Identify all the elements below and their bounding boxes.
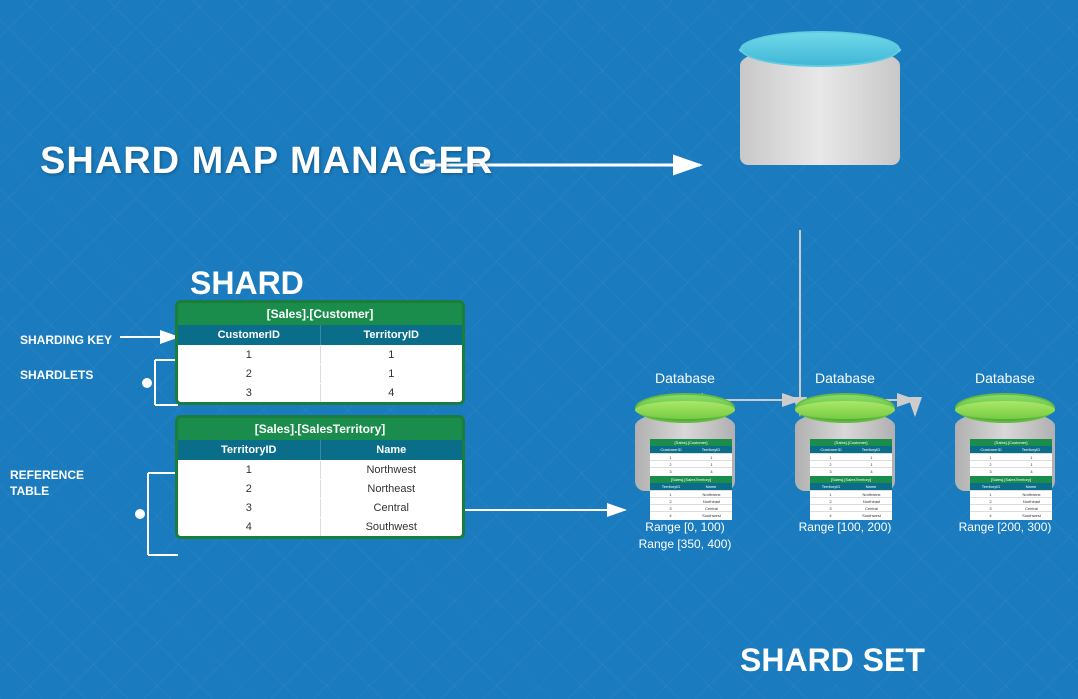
cell: 2 [178,365,321,383]
cell: 1 [321,365,463,383]
table-row: 1 1 [178,345,462,364]
database-label-1: Database [620,370,750,386]
customer-col-customerid: CustomerID [178,325,321,345]
cell: Southwest [321,518,463,536]
shard-3-cylinder: [Sales].[Customer] CustomerIDTerritoryID… [950,391,1060,491]
shard-2-range: Range [100, 200) [780,519,910,536]
sharding-key-label: SHARDING KEY [20,333,112,347]
cell: Central [321,499,463,517]
cell: Northeast [321,480,463,498]
sales-territory-table-header: TerritoryID Name [178,440,462,460]
reference-table-label: REFERENCETABLE [10,468,84,499]
top-database-cylinder [720,45,920,165]
territory-col-id: TerritoryID [178,440,321,460]
table-row: 2 Northeast [178,479,462,498]
database-label-3: Database [940,370,1070,386]
cell: 1 [178,346,321,364]
cell: 1 [321,346,463,364]
shards-container: Database [Sales].[Customer] CustomerIDTe… [620,370,1070,553]
table-row: 3 4 [178,383,462,402]
customer-table-header: CustomerID TerritoryID [178,325,462,345]
shard-3: Database [Sales].[Customer] CustomerIDTe… [940,370,1070,553]
table-row: 4 Southwest [178,517,462,536]
cell: 4 [321,384,463,402]
customer-col-territoryid: TerritoryID [321,325,463,345]
shard-1-cylinder: [Sales].[Customer] CustomerIDTerritoryID… [630,391,740,491]
shard-section-title: SHARD [190,265,304,302]
sales-territory-table-title: [Sales].[SalesTerritory] [178,418,462,440]
shard-map-manager-title: SHARD MAP MANAGER [40,140,493,183]
table-row: 1 Northwest [178,460,462,479]
shard-set-title: SHARD SET [740,642,925,679]
sales-territory-table: [Sales].[SalesTerritory] TerritoryID Nam… [175,415,465,539]
cell: 1 [178,461,321,479]
shardlets-label: SHARDLETS [20,368,93,382]
shard-2-cylinder: [Sales].[Customer] CustomerIDTerritoryID… [790,391,900,491]
main-tables-container: [Sales].[Customer] CustomerID TerritoryI… [175,300,465,549]
database-label-2: Database [780,370,910,386]
cell: 3 [178,384,321,402]
customer-table-title: [Sales].[Customer] [178,303,462,325]
customer-table: [Sales].[Customer] CustomerID TerritoryI… [175,300,465,405]
cell: 3 [178,499,321,517]
cell: 2 [178,480,321,498]
cell: Northwest [321,461,463,479]
shard-1-range: Range [0, 100)Range [350, 400) [620,519,750,553]
cell: 4 [178,518,321,536]
shard-3-range: Range [200, 300) [940,519,1070,536]
territory-col-name: Name [321,440,463,460]
shard-1: Database [Sales].[Customer] CustomerIDTe… [620,370,750,553]
table-row: 2 1 [178,364,462,383]
table-row: 3 Central [178,498,462,517]
shard-2: Database [Sales].[Customer] CustomerIDTe… [780,370,910,553]
